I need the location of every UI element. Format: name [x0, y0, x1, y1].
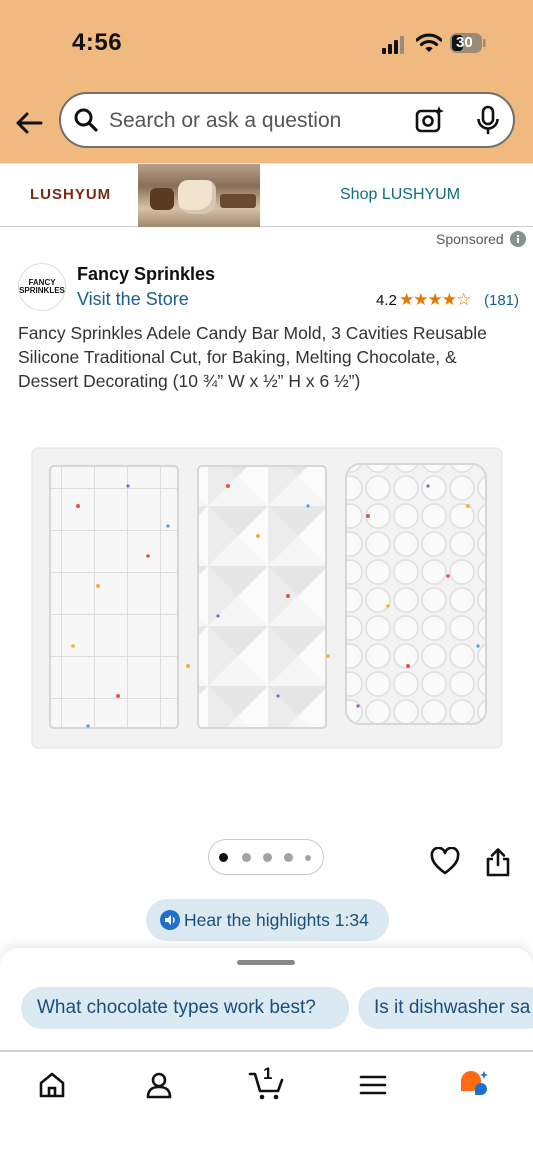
review-count-link[interactable]: (181) — [484, 292, 519, 309]
wifi-icon — [416, 33, 442, 52]
rufus-assistant-icon[interactable] — [458, 1069, 490, 1101]
product-title: Fancy Sprinkles Adele Candy Bar Mold, 3 … — [18, 323, 487, 391]
cellular-signal-icon — [382, 36, 404, 54]
cart-count: 1 — [263, 1064, 273, 1083]
visit-store-link[interactable]: Visit the Store — [77, 289, 189, 310]
back-arrow-icon[interactable] — [12, 106, 46, 140]
carousel-dot-active[interactable] — [219, 853, 228, 862]
info-icon[interactable] — [510, 231, 526, 247]
status-bar: 4:56 30 — [0, 0, 533, 84]
carousel-dot[interactable] — [242, 853, 251, 862]
status-time: 4:56 — [72, 29, 123, 56]
product-image[interactable] — [28, 446, 506, 764]
camera-search-icon[interactable] — [415, 105, 445, 135]
carousel-dot[interactable] — [284, 853, 293, 862]
search-input[interactable]: Search or ask a question — [109, 109, 341, 133]
rating-value: 4.2 — [376, 292, 397, 309]
shop-brand-link[interactable]: Shop LUSHYUM — [340, 186, 460, 204]
suggestion-chip[interactable]: Is it dishwasher sa — [358, 987, 533, 1029]
seller-name: Fancy Sprinkles — [77, 264, 216, 284]
seller-logo-text: FANCY SPRINKLES — [19, 278, 65, 295]
home-icon[interactable] — [36, 1069, 68, 1101]
ad-product-image — [138, 164, 260, 227]
image-carousel-indicator[interactable] — [208, 839, 324, 875]
seller-logo[interactable]: FANCY SPRINKLES — [18, 263, 66, 311]
battery-icon: 30 — [450, 33, 486, 53]
search-header: Search or ask a question — [0, 84, 533, 163]
sponsored-brand-banner[interactable]: LUSHYUM Shop LUSHYUM — [0, 163, 533, 227]
heart-icon[interactable] — [430, 847, 460, 875]
carousel-dot[interactable] — [263, 853, 272, 862]
battery-level: 30 — [456, 34, 473, 51]
sponsored-label: Sponsored — [436, 231, 504, 247]
bottom-navigation: 1 — [0, 1050, 533, 1159]
speaker-icon — [160, 910, 180, 930]
hear-highlights-button[interactable]: Hear the highlights 1:34 — [146, 899, 389, 941]
search-bar[interactable]: Search or ask a question — [59, 92, 515, 148]
ask-rufus-sheet: What chocolate types work best? Is it di… — [0, 948, 533, 1050]
microphone-icon[interactable] — [475, 105, 501, 135]
search-icon — [74, 108, 98, 132]
sheet-drag-handle[interactable] — [237, 960, 295, 965]
share-icon[interactable] — [485, 847, 511, 877]
menu-icon[interactable] — [357, 1069, 389, 1101]
star-rating[interactable]: ★★★★☆ — [399, 290, 471, 310]
carousel-dot[interactable] — [305, 855, 311, 861]
hear-highlights-label: Hear the highlights 1:34 — [184, 910, 369, 930]
account-icon[interactable] — [143, 1069, 175, 1101]
suggestion-chip[interactable]: What chocolate types work best? — [21, 987, 349, 1029]
brand-logo: LUSHYUM — [30, 186, 112, 203]
